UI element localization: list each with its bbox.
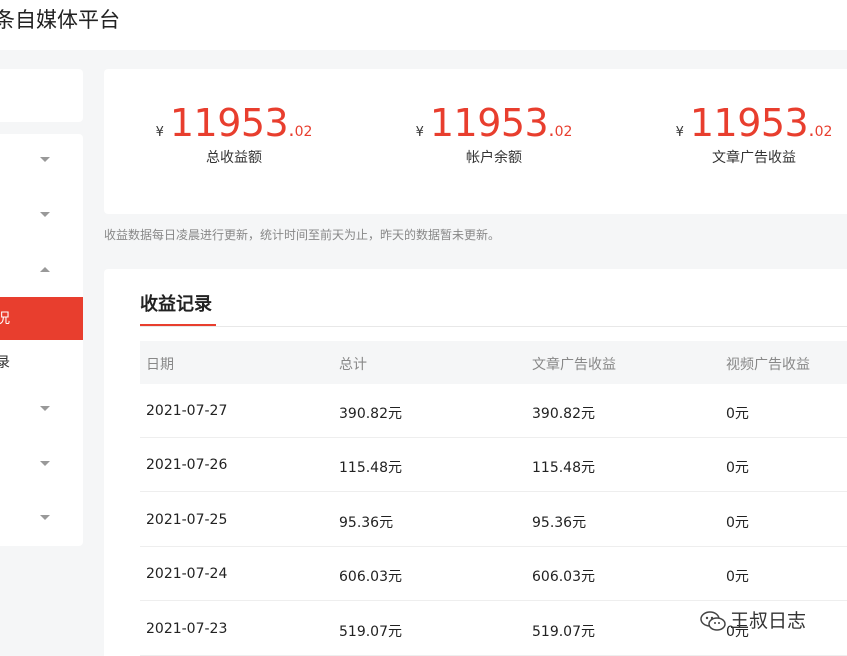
cell-article-ad: 606.03元 (532, 569, 595, 585)
table-row: 2021-07-25 95.36元 95.36元 0元 (140, 493, 847, 547)
top-bar: 条自媒体平台 (0, 0, 847, 50)
stat-decimal: 02 (294, 124, 313, 140)
stat-decimal: 02 (814, 124, 833, 140)
tab-divider (140, 326, 847, 327)
chevron-down-icon[interactable] (40, 406, 50, 411)
cell-date: 2021-07-27 (146, 403, 228, 419)
column-header-article-ad: 文章广告收益 (532, 357, 616, 373)
table-row: 2021-07-27 390.82元 390.82元 0元 (140, 384, 847, 438)
sidebar-item-records[interactable]: 录 (0, 352, 10, 372)
currency-symbol: ¥ (415, 125, 424, 140)
cell-video-ad: 0元 (726, 569, 749, 585)
chevron-down-icon[interactable] (40, 157, 50, 162)
cell-video-ad: 0元 (726, 460, 749, 476)
chevron-up-icon[interactable] (40, 267, 50, 272)
stat-account-balance: ¥11953.02 帐户余额 (384, 101, 604, 167)
table-header: 日期 总计 文章广告收益 视频广告收益 (140, 341, 847, 384)
cell-article-ad: 95.36元 (532, 515, 587, 531)
stat-integer: 11953 (169, 101, 289, 145)
stat-total-earnings: ¥11953.02 总收益额 (124, 101, 344, 167)
column-header-date: 日期 (146, 357, 174, 373)
chevron-down-icon[interactable] (40, 212, 50, 217)
cell-article-ad: 390.82元 (532, 406, 595, 422)
earnings-records-card: 收益记录 日期 总计 文章广告收益 视频广告收益 2021-07-27 390.… (104, 269, 847, 656)
watermark-text: 王叔日志 (730, 610, 807, 632)
column-header-video-ad: 视频广告收益 (726, 357, 810, 373)
stat-decimal: 02 (554, 124, 573, 140)
tab-earnings-records[interactable]: 收益记录 (140, 290, 212, 316)
tab-active-indicator (140, 324, 216, 326)
chevron-down-icon[interactable] (40, 461, 50, 466)
sidebar-menu (0, 134, 83, 546)
table-row: 2021-07-24 606.03元 606.03元 0元 (140, 547, 847, 601)
cell-video-ad: 0元 (726, 406, 749, 422)
stat-label: 帐户余额 (466, 150, 522, 166)
cell-date: 2021-07-23 (146, 621, 228, 637)
cell-total: 390.82元 (339, 406, 402, 422)
wechat-icon (700, 611, 726, 631)
cell-total: 519.07元 (339, 624, 402, 640)
stat-label: 总收益额 (206, 150, 262, 166)
currency-symbol: ¥ (675, 125, 684, 140)
column-header-total: 总计 (339, 357, 367, 373)
sidebar-top-panel (0, 69, 83, 122)
currency-symbol: ¥ (155, 125, 164, 140)
chevron-down-icon[interactable] (40, 515, 50, 520)
cell-date: 2021-07-24 (146, 566, 228, 582)
watermark: 王叔日志 (700, 606, 806, 633)
cell-date: 2021-07-25 (146, 512, 228, 528)
table-row: 2021-07-26 115.48元 115.48元 0元 (140, 438, 847, 492)
sidebar-item-active[interactable]: 况 (0, 297, 83, 340)
update-note: 收益数据每日凌晨进行更新，统计时间至前天为止，昨天的数据暂未更新。 (104, 228, 501, 242)
stat-integer: 11953 (429, 101, 549, 145)
stat-article-ad-earnings: ¥11953.02 文章广告收益 (644, 101, 847, 167)
cell-article-ad: 115.48元 (532, 460, 595, 476)
cell-total: 606.03元 (339, 569, 402, 585)
cell-date: 2021-07-26 (146, 457, 228, 473)
cell-total: 115.48元 (339, 460, 402, 476)
cell-article-ad: 519.07元 (532, 624, 595, 640)
stat-label: 文章广告收益 (712, 150, 796, 166)
sidebar-item-label: 况 (0, 311, 10, 327)
cell-video-ad: 0元 (726, 515, 749, 531)
platform-title: 条自媒体平台 (0, 8, 120, 32)
stat-integer: 11953 (689, 101, 809, 145)
earnings-summary-card: ¥11953.02 总收益额 ¥11953.02 帐户余额 ¥11953.02 … (104, 69, 847, 214)
cell-total: 95.36元 (339, 515, 394, 531)
